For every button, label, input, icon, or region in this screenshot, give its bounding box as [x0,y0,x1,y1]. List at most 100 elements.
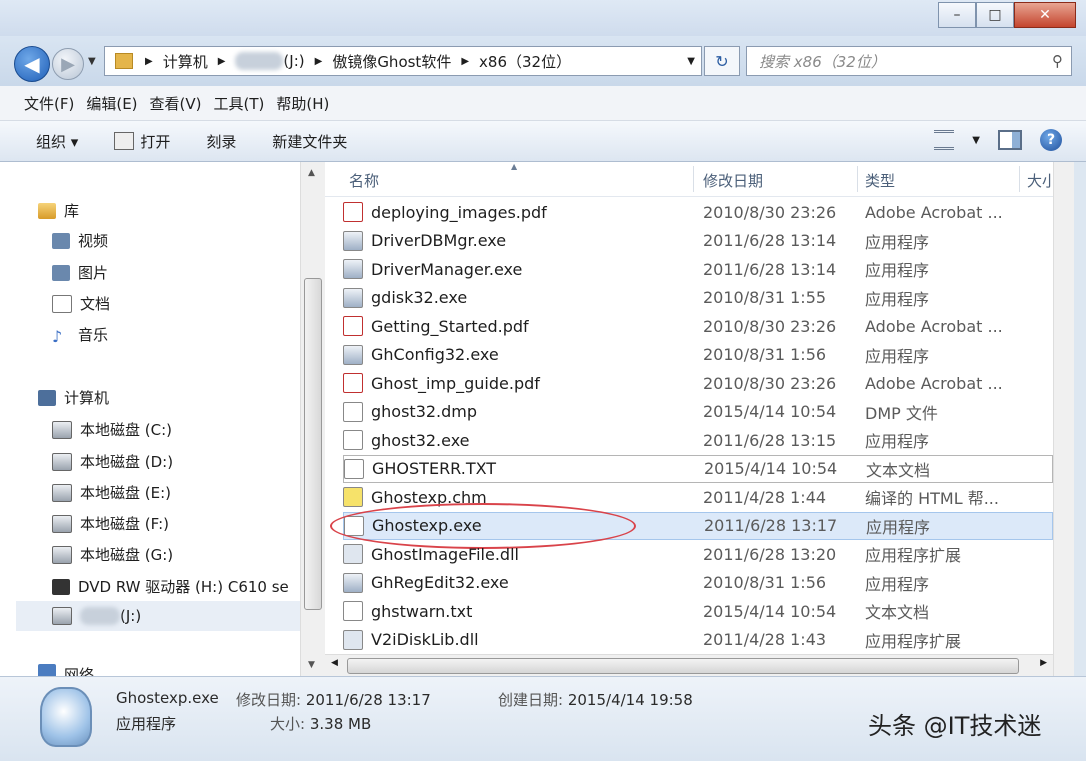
search-icon[interactable]: ⚲ [1040,52,1063,70]
sidebar-item-dvd[interactable]: DVD RW 驱动器 (H:) C610 se [52,576,289,597]
address-bar[interactable]: ▶ 计算机 ▶ (J:) ▶ 傲镜像Ghost软件 ▶ x86（32位） ▼ [104,46,702,76]
breadcrumb-current[interactable]: x86（32位） [473,51,577,72]
file-date: 2010/8/31 1:56 [703,573,827,592]
close-button[interactable]: ✕ [1014,2,1076,28]
file-row[interactable]: deploying_images.pdf 2010/8/30 23:26 Adobe… [343,198,1053,226]
burn-button[interactable]: 刻录 [206,131,236,152]
file-row[interactable]: ghstwarn.txt 2015/4/14 10:54 文本文档 [343,597,1053,625]
view-dropdown-icon[interactable]: ▼ [972,135,980,146]
column-name[interactable]: 名称 [349,170,379,191]
file-type: 应用程序 [865,232,930,252]
file-row[interactable]: GhostImageFile.dll 2011/6/28 13:20 应用程序扩展 [343,540,1053,568]
back-button[interactable]: ◀ [14,46,50,82]
scroll-left-icon[interactable]: ◀ [331,658,338,668]
file-type: Adobe Acrobat ... [865,373,1003,393]
file-name: Getting_Started.pdf [371,316,529,336]
sidebar-item-videos[interactable]: 视频 [52,230,108,251]
file-date: 2011/4/28 1:43 [703,630,827,649]
file-list-scrollbar[interactable] [1053,162,1074,676]
column-date[interactable]: 修改日期 [703,170,763,191]
file-row[interactable]: DriverManager.exe 2011/6/28 13:14 应用程序 [343,255,1053,283]
video-icon [52,232,70,249]
menu-edit[interactable]: 编辑(E) [86,93,149,114]
open-icon [114,132,135,150]
file-name: GhRegEdit32.exe [371,573,509,592]
horizontal-scrollbar[interactable]: ◀ ▶ [325,654,1053,677]
open-button[interactable]: 打开 [114,131,170,152]
search-input[interactable]: 搜索 x86（32位） ⚲ [746,46,1072,76]
search-placeholder: 搜索 x86（32位） [759,52,886,71]
details-kind: 应用程序 [116,715,177,733]
scroll-thumb[interactable] [304,278,322,610]
menu-tools[interactable]: 工具(T) [214,93,277,114]
sidebar-item-drive-e[interactable]: 本地磁盘 (E:) [52,482,171,503]
computer-icon [38,389,56,406]
file-date: 2015/4/14 10:54 [703,402,837,421]
refresh-button[interactable]: ↻ [704,46,740,76]
file-row[interactable]: ghost32.exe 2011/6/28 13:15 应用程序 [343,426,1053,454]
sidebar-item-pictures[interactable]: 图片 [52,262,108,283]
sidebar-item-drive-g[interactable]: 本地磁盘 (G:) [52,544,173,565]
sidebar-item-drive-f[interactable]: 本地磁盘 (F:) [52,513,169,534]
sidebar-item-network[interactable]: 网络 [38,664,94,676]
file-row[interactable]: GhConfig32.exe 2010/8/31 1:56 应用程序 [343,341,1053,369]
file-date: 2010/8/30 23:26 [703,373,837,393]
exe-file-icon [343,287,363,308]
file-name: DriverDBMgr.exe [371,231,507,250]
file-row[interactable]: ghost32.dmp 2015/4/14 10:54 DMP 文件 [343,398,1053,426]
dvd-drive-icon [52,578,70,595]
file-type: 应用程序 [866,517,931,537]
sidebar-item-computer[interactable]: 计算机 [38,387,109,408]
details-filename: Ghostexp.exe [116,689,219,707]
maximize-button[interactable]: □ [976,2,1014,28]
new-folder-button[interactable]: 新建文件夹 [272,131,347,152]
file-row[interactable]: Ghost_imp_guide.pdf 2010/8/30 23:26 Adobe … [343,369,1053,397]
menu-file[interactable]: 文件(F) [0,93,86,114]
file-row[interactable]: GhRegEdit32.exe 2010/8/31 1:56 应用程序 [343,569,1053,597]
sidebar-item-documents[interactable]: 文档 [52,293,110,314]
menu-help[interactable]: 帮助(H) [276,93,341,114]
file-type: Adobe Acrobat ... [865,316,1003,336]
forward-button[interactable]: ▶ [52,48,84,80]
chm-file-icon [343,487,363,507]
address-dropdown-icon[interactable]: ▼ [687,56,695,67]
redacted-label [235,52,284,71]
column-type[interactable]: 类型 [865,170,895,191]
view-options-icon[interactable] [934,130,955,150]
chevron-right-icon: ▶ [314,55,323,67]
horizontal-scroll-thumb[interactable] [347,658,1019,674]
file-date: 2015/4/14 10:54 [704,459,838,478]
column-size[interactable]: 大小 [1027,170,1051,191]
file-type: 应用程序 [865,574,930,594]
file-row[interactable]: gdisk32.exe 2010/8/31 1:55 应用程序 [343,284,1053,312]
file-row[interactable]: Getting_Started.pdf 2010/8/30 23:26 Adobe … [343,312,1053,340]
menu-view[interactable]: 查看(V) [150,93,214,114]
preview-pane-icon[interactable] [998,130,1022,150]
file-name: Ghost_imp_guide.pdf [371,373,540,393]
minimize-button[interactable]: – [938,2,976,28]
help-icon[interactable]: ? [1040,129,1062,151]
file-type: 应用程序 [865,432,930,451]
breadcrumb-computer[interactable]: 计算机 [157,51,214,72]
sidebar-item-library[interactable]: 库 [38,200,79,221]
history-dropdown[interactable]: ▼ [88,56,96,67]
file-row[interactable]: Ghostexp.exe 2011/6/28 13:17 应用程序 [330,502,1053,549]
sidebar-item-drive-d[interactable]: 本地磁盘 (D:) [52,451,173,472]
sidebar-item-drive-c[interactable]: 本地磁盘 (C:) [52,419,172,440]
navigation-scrollbar[interactable]: ▲ ▼ [300,162,325,676]
sidebar-item-music[interactable]: ♪ 音乐 [52,324,108,346]
scroll-up-icon[interactable]: ▲ [308,168,315,178]
file-row[interactable]: DriverDBMgr.exe 2011/6/28 13:14 应用程序 [343,227,1053,255]
sidebar-item-drive-j[interactable]: (J:) [16,601,300,631]
scroll-down-icon[interactable]: ▼ [308,660,315,670]
drive-icon [52,483,72,502]
file-name: deploying_images.pdf [371,202,547,222]
scroll-right-icon[interactable]: ▶ [1040,658,1047,668]
breadcrumb-drive[interactable]: (J:) [229,52,310,71]
details-created: 创建日期: 2015/4/14 19:58 [498,691,693,709]
organize-button[interactable]: 组织 ▾ [36,131,78,152]
file-row[interactable]: V2iDiskLib.dll 2011/4/28 1:43 应用程序扩展 [343,626,1053,654]
file-list: ▲ 名称 修改日期 类型 大小 deploying_images.pdf 2010… [325,162,1053,676]
file-row[interactable]: GHOSTERR.TXT 2015/4/14 10:54 文本文档 [343,454,1053,483]
breadcrumb-folder[interactable]: 傲镜像Ghost软件 [326,51,457,72]
